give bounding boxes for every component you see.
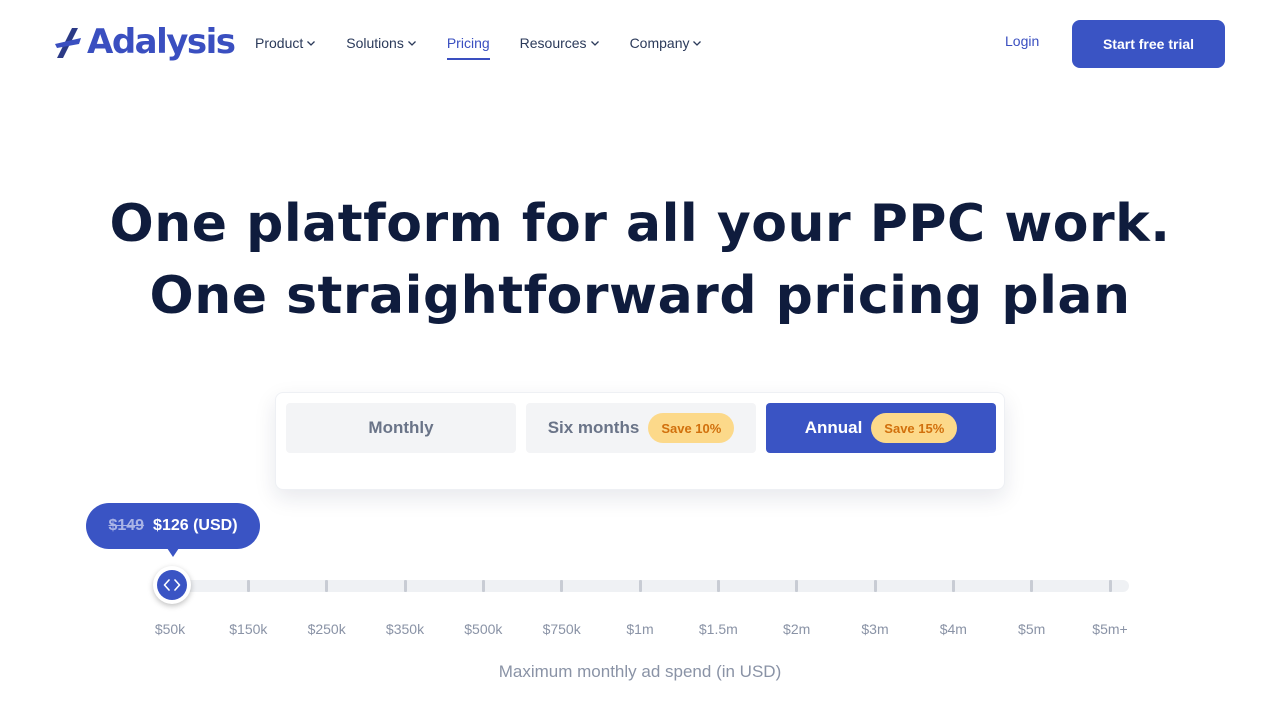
slider-tick-mark [246, 580, 250, 592]
slider-tick-mark [481, 580, 485, 592]
slider-tick-label[interactable]: $500k [464, 621, 502, 637]
slider-tick-label[interactable]: $5m+ [1092, 621, 1127, 637]
billing-option-label: Annual [804, 418, 863, 437]
discounted-price: $126 (USD) [153, 517, 238, 534]
nav-label: Resources [519, 35, 587, 51]
slider-tick-mark [951, 580, 955, 592]
original-price: $149 [108, 517, 145, 534]
chevron-down-icon [590, 41, 599, 46]
slider-tick-label[interactable]: $50k [155, 621, 185, 637]
slider-tick-mark [716, 580, 720, 592]
save-badge: Save 10% [648, 413, 735, 443]
slider-tick-label[interactable]: $350k [386, 621, 424, 637]
main-nav: Product Solutions Pricing Resources Comp… [255, 32, 732, 60]
thumb-inner [157, 570, 187, 600]
slider-tick-mark [560, 580, 564, 592]
slider-tick-label[interactable]: $150k [229, 621, 267, 637]
slider-tick-mark [638, 580, 642, 592]
brand-name: Adalysis [87, 22, 236, 62]
ad-spend-slider-thumb[interactable] [153, 566, 191, 604]
page-title-line-1: One platform for all your PPC work. [109, 194, 1171, 254]
slider-tick-mark [325, 580, 329, 592]
slider-tick-label[interactable]: $5m [1018, 621, 1045, 637]
slider-tick-label[interactable]: $4m [940, 621, 967, 637]
slider-tick-mark [403, 580, 407, 592]
nav-label: Solutions [346, 35, 404, 51]
slider-tick-label[interactable]: $1m [626, 621, 653, 637]
nav-item-resources[interactable]: Resources [520, 32, 600, 54]
nav-label: Pricing [446, 35, 490, 51]
nav-item-pricing[interactable]: Pricing [446, 32, 490, 60]
chevron-down-icon [693, 41, 702, 46]
price-tooltip: $149 $126 (USD) [86, 503, 260, 557]
billing-option-annual[interactable]: Annual Save 15% [766, 403, 996, 453]
slider-tick-mark [1030, 580, 1034, 592]
page-title-line-2: One straightforward pricing plan [149, 266, 1131, 326]
billing-option-monthly[interactable]: Monthly [286, 403, 516, 453]
brand-logo[interactable]: Adalysis [55, 22, 236, 62]
login-link[interactable]: Login [1005, 33, 1039, 49]
slider-tick-mark [1108, 580, 1112, 592]
billing-option-six-months[interactable]: Six months Save 10% [526, 403, 756, 453]
nav-item-solutions[interactable]: Solutions [346, 32, 417, 54]
save-badge: Save 15% [871, 413, 958, 443]
ad-spend-slider-track[interactable] [172, 580, 1129, 592]
slider-tick-mark [795, 580, 799, 592]
billing-period-toggle: Monthly Six months Save 10% Annual Save … [275, 392, 1005, 490]
slider-tick-label[interactable]: $3m [861, 621, 888, 637]
slider-tick-label[interactable]: $250k [308, 621, 346, 637]
chevron-down-icon [407, 41, 416, 46]
slider-tick-label[interactable]: $750k [543, 621, 581, 637]
billing-option-label: Six months [547, 418, 640, 437]
nav-label: Company [629, 35, 690, 51]
chevron-down-icon [307, 41, 316, 46]
slider-caption: Maximum monthly ad spend (in USD) [498, 662, 782, 681]
slider-tick-label[interactable]: $1.5m [699, 621, 738, 637]
nav-item-company[interactable]: Company [630, 32, 703, 54]
logo-mark-icon [55, 28, 81, 58]
slider-tick-label[interactable]: $2m [783, 621, 810, 637]
page-title: One platform for all your PPC work. One … [0, 188, 1280, 332]
nav-item-product[interactable]: Product [255, 32, 316, 54]
billing-option-label: Monthly [368, 418, 434, 437]
slider-tick-mark [873, 580, 877, 592]
left-right-arrows-icon [163, 579, 181, 591]
nav-label: Product [255, 35, 304, 51]
start-free-trial-button[interactable]: Start free trial [1072, 20, 1225, 68]
